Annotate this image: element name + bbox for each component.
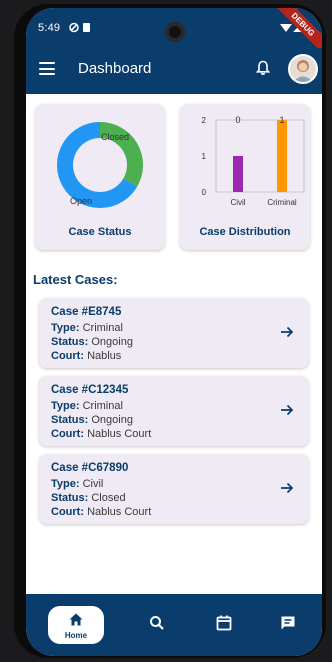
case-card[interactable]: Case #C67890 Type: Civil Status: Closed … (39, 454, 309, 524)
donut-label-closed: Closed (101, 132, 129, 142)
bell-icon[interactable] (256, 60, 270, 76)
front-camera (165, 22, 185, 42)
y-tick-label: 2 (202, 116, 207, 125)
search-icon[interactable] (148, 614, 166, 632)
case-card[interactable]: Case #C12345 Type: Criminal Status: Ongo… (39, 376, 309, 446)
bar-criminal (277, 120, 287, 192)
dashboard-content: Closed Open Case Status 0 1 2 Civil 0 Criminal… (26, 94, 322, 594)
nav-home-label: Home (64, 631, 88, 640)
bottom-nav: Home (26, 594, 322, 656)
arrow-right-icon[interactable] (279, 480, 295, 496)
case-court: Court: Nablus Court (51, 428, 152, 440)
y-tick-label: 1 (202, 152, 207, 161)
screen: 5:49 DEBUG Dashboard Closed Open Case St… (26, 8, 322, 656)
case-distribution-title: Case Distribution (199, 226, 291, 238)
nav-home[interactable]: Home (48, 606, 104, 644)
case-type: Type: Civil (51, 478, 104, 490)
case-court: Court: Nablus (51, 350, 122, 362)
y-tick-label: 0 (202, 188, 207, 197)
case-card[interactable]: Case #E8745 Type: Criminal Status: Ongoi… (39, 298, 309, 368)
case-status-card[interactable]: Closed Open Case Status (35, 104, 165, 250)
bar-data-label: 0 (235, 115, 240, 125)
arrow-right-icon[interactable] (279, 324, 295, 340)
bar-civil (233, 156, 243, 192)
case-number: Case #C12345 (51, 384, 129, 396)
case-type: Type: Criminal (51, 400, 123, 412)
case-type: Type: Criminal (51, 322, 123, 334)
case-status: Status: Ongoing (51, 336, 133, 348)
bar-chart-frame (215, 119, 305, 193)
page-title: Dashboard (78, 60, 152, 77)
app-bar: Dashboard (26, 48, 322, 94)
x-tick-label: Criminal (267, 198, 297, 207)
case-court: Court: Nablus Court (51, 506, 152, 518)
avatar[interactable] (288, 54, 318, 84)
menu-icon[interactable] (39, 62, 55, 75)
case-number: Case #C67890 (51, 462, 129, 474)
donut-label-open: Open (70, 196, 92, 206)
case-distribution-bar-chart: 0 1 2 Civil 0 Criminal 1 (202, 115, 305, 207)
bar-data-label: 1 (279, 115, 284, 125)
status-bar: 5:49 DEBUG (26, 8, 322, 59)
status-icons-left (69, 22, 90, 33)
case-status-title: Case Status (68, 226, 132, 238)
case-number: Case #E8745 (51, 306, 122, 318)
case-status: Status: Closed (51, 492, 126, 504)
status-time: 5:49 (38, 22, 61, 34)
case-status-donut-chart: Closed Open (57, 122, 143, 208)
case-status: Status: Ongoing (51, 414, 133, 426)
latest-cases-heading: Latest Cases: (33, 272, 118, 287)
calendar-icon[interactable] (215, 614, 233, 632)
case-distribution-card[interactable]: 0 1 2 Civil 0 Criminal 1 Case Distribution (180, 104, 310, 250)
arrow-right-icon[interactable] (279, 402, 295, 418)
x-tick-label: Civil (230, 198, 245, 207)
home-icon (69, 613, 83, 626)
message-icon[interactable] (279, 614, 297, 632)
